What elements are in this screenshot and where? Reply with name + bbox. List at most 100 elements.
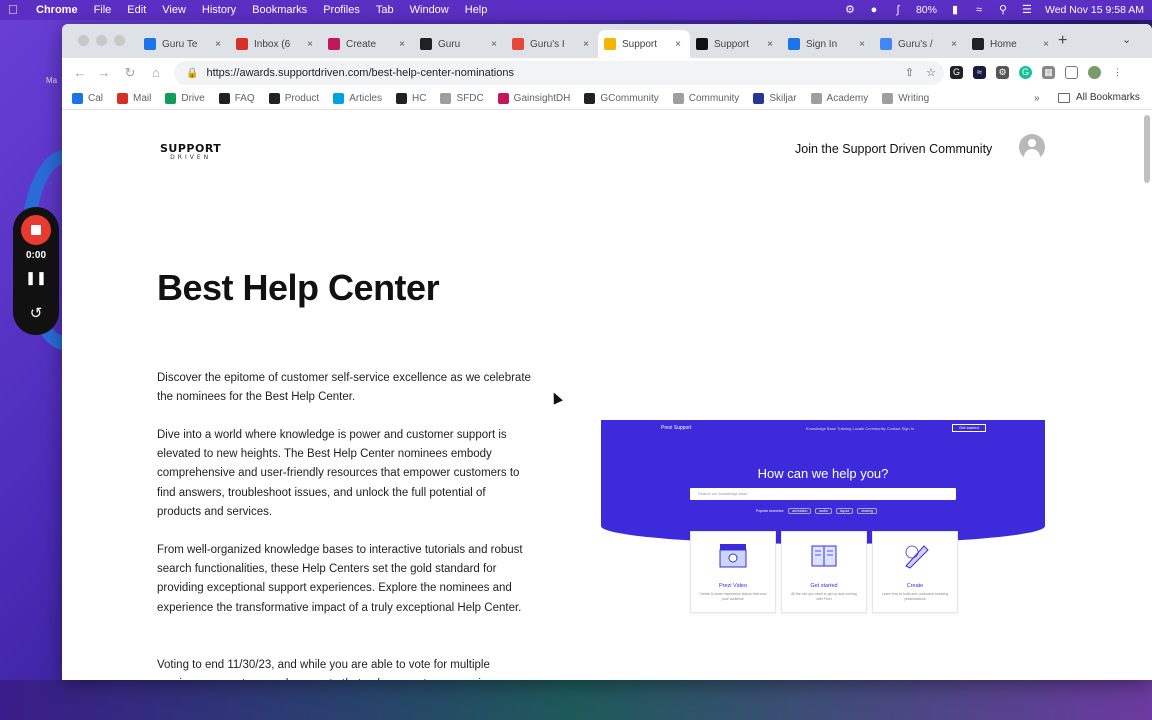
preview-get-started-button: Get started [952, 424, 986, 432]
menu-file[interactable]: File [94, 4, 112, 16]
browser-tab[interactable]: Home × [966, 30, 1058, 58]
pause-icon[interactable]: ❚❚ [13, 270, 59, 286]
more-menu-icon[interactable]: ⋮ [1111, 66, 1124, 79]
menu-view[interactable]: View [162, 4, 186, 16]
bookmark-item[interactable]: Skiljar [753, 93, 797, 104]
bookmark-favicon-icon [333, 93, 345, 104]
browser-tab[interactable]: Guru's I × [506, 30, 598, 58]
lock-icon[interactable]: 🔒 [186, 68, 198, 79]
bookmark-item[interactable]: Writing [882, 93, 929, 104]
waves-extension-icon[interactable]: ≈ [973, 66, 986, 79]
bookmark-favicon-icon [218, 93, 230, 104]
stop-recording-button[interactable] [21, 215, 51, 245]
browser-tab[interactable]: Support × [690, 30, 782, 58]
bookmark-item[interactable]: Articles [333, 93, 382, 104]
new-tab-button[interactable]: + [1058, 32, 1067, 50]
bookmark-item[interactable]: Academy [810, 93, 868, 104]
forward-icon[interactable]: → [96, 65, 112, 80]
close-tab-icon[interactable]: × [672, 39, 684, 50]
bookmark-favicon-icon [72, 93, 83, 104]
close-tab-icon[interactable]: × [580, 39, 592, 50]
all-bookmarks-button[interactable]: All Bookmarks [1058, 92, 1140, 103]
puzzle-extensions-icon[interactable]: ▦ [1042, 66, 1055, 79]
settings-extension-icon[interactable]: ⚙ [996, 66, 1009, 79]
help-center-preview-image: Prezi Support Knowledge Base Training Lo… [601, 420, 1045, 620]
bookmark-item[interactable]: SFDC [440, 93, 484, 104]
join-community-link[interactable]: Join the Support Driven Community [795, 142, 992, 156]
close-window-button[interactable] [78, 35, 89, 46]
preview-search-box: Search our knowledge base [690, 488, 956, 500]
grammarly-extension-icon[interactable]: G [1019, 66, 1032, 79]
browser-tab[interactable]: Inbox (6 × [230, 30, 322, 58]
bookmark-item[interactable]: GCommunity [584, 93, 659, 104]
page-scrollbar[interactable] [1144, 115, 1150, 183]
bookmark-item[interactable]: Community [672, 93, 739, 104]
preview-chip: layout [835, 508, 854, 514]
close-tab-icon[interactable]: × [212, 39, 224, 50]
menu-tab[interactable]: Tab [376, 4, 394, 16]
guru-extension-icon[interactable]: G [950, 66, 963, 79]
browser-tab[interactable]: Guru's / × [874, 30, 966, 58]
browser-tab[interactable]: Create × [322, 30, 414, 58]
guru-icon [972, 38, 984, 50]
support-driven-logo[interactable]: SUPPORT DRIVEN [160, 142, 221, 161]
home-icon[interactable]: ⌂ [148, 65, 164, 80]
standards-paragraph: From well-organized knowledge bases to i… [157, 544, 523, 614]
menu-app-name[interactable]: Chrome [36, 4, 78, 16]
window-controls [78, 35, 125, 46]
menubar-clock[interactable]: Wed Nov 15 9:58 AM [1045, 4, 1144, 16]
bluetooth-icon[interactable]: ∫ [892, 4, 904, 16]
gear-icon[interactable]: ⚙ [844, 4, 856, 16]
menu-bookmarks[interactable]: Bookmarks [252, 4, 307, 16]
menu-help[interactable]: Help [465, 4, 488, 16]
zoom-window-button[interactable] [114, 35, 125, 46]
bookmark-item[interactable]: Drive [165, 93, 205, 104]
back-icon[interactable]: ← [72, 65, 88, 80]
browser-tab[interactable]: Sign In × [782, 30, 874, 58]
menu-edit[interactable]: Edit [127, 4, 146, 16]
apple-menu-icon[interactable]:  [8, 3, 22, 17]
menu-window[interactable]: Window [410, 4, 449, 16]
browser-tab[interactable]: Support × [598, 30, 690, 58]
browser-tab[interactable]: Guru Te × [138, 30, 230, 58]
restart-icon[interactable]: ↺ [13, 304, 59, 322]
preview-nav: Knowledge Base Training Locale Community… [806, 426, 915, 431]
profile-avatar[interactable] [1088, 66, 1101, 79]
page-title: Best Help Center [157, 267, 440, 308]
close-tab-icon[interactable]: × [764, 39, 776, 50]
menu-history[interactable]: History [202, 4, 236, 16]
tab-title: Guru's / [898, 38, 933, 50]
close-tab-icon[interactable]: × [1040, 39, 1052, 50]
close-tab-icon[interactable]: × [488, 39, 500, 50]
user-avatar-icon[interactable] [1019, 134, 1045, 160]
bookmark-item[interactable]: Product [268, 93, 319, 104]
close-tab-icon[interactable]: × [396, 39, 408, 50]
side-panel-icon[interactable] [1065, 66, 1078, 79]
wifi-icon[interactable]: ≈ [973, 4, 985, 16]
url-text[interactable]: https://awards.supportdriven.com/best-he… [206, 67, 514, 79]
address-bar[interactable]: 🔒 https://awards.supportdriven.com/best-… [174, 61, 944, 85]
bookmark-item[interactable]: Cal [72, 93, 103, 104]
close-tab-icon[interactable]: × [856, 39, 868, 50]
spotlight-search-icon[interactable]: ⚲ [997, 4, 1009, 16]
menu-profiles[interactable]: Profiles [323, 4, 360, 16]
bookmark-item[interactable]: Mail [117, 93, 151, 104]
bookmark-item[interactable]: HC [395, 93, 426, 104]
share-icon[interactable]: ⇧ [905, 66, 914, 79]
close-tab-icon[interactable]: × [304, 39, 316, 50]
bookmark-star-icon[interactable]: ☆ [926, 66, 936, 79]
close-tab-icon[interactable]: × [948, 39, 960, 50]
browser-tab[interactable]: Guru × [414, 30, 506, 58]
intro-paragraph: Discover the epitome of customer self-se… [157, 372, 531, 404]
bookmark-item[interactable]: FAQ [218, 93, 255, 104]
battery-icon[interactable]: ▮ [949, 4, 961, 16]
bookmark-item[interactable]: GainsightDH [497, 93, 570, 104]
gmail-icon [236, 38, 248, 50]
chevron-down-icon[interactable]: ⌄ [1122, 33, 1131, 46]
calendar-icon [144, 38, 156, 50]
control-center-icon[interactable]: ☰ [1021, 4, 1033, 16]
reload-icon[interactable]: ↻ [122, 65, 138, 81]
recorder-icon[interactable]: ● [868, 4, 880, 16]
more-bookmarks-icon[interactable]: » [1034, 93, 1040, 104]
minimize-window-button[interactable] [96, 35, 107, 46]
